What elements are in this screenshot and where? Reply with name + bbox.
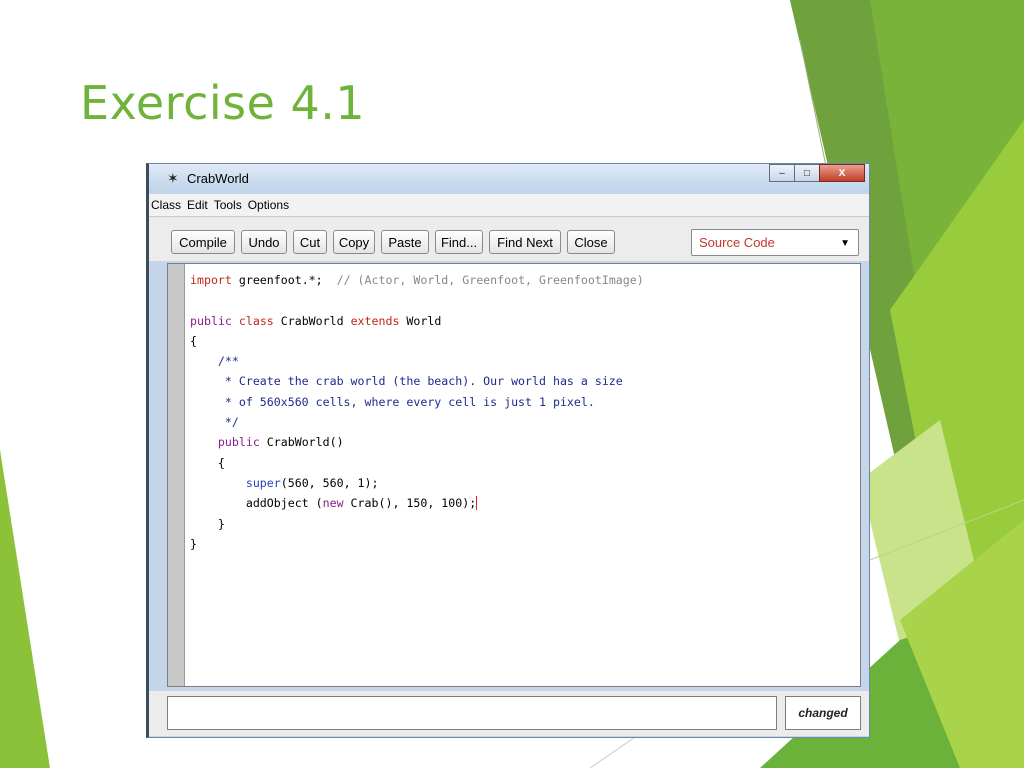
- crabworld-editor-window: ✶ CrabWorld – □ X Class Edit Tools Optio…: [146, 163, 870, 738]
- window-titlebar[interactable]: ✶ CrabWorld – □ X: [149, 164, 869, 192]
- code-line: }: [190, 534, 644, 554]
- code-token: /**: [190, 354, 239, 369]
- code-token: CrabWorld(): [259, 435, 344, 450]
- code-line: /**: [190, 351, 644, 371]
- code-token: (560, 560, 1);: [280, 475, 379, 490]
- toolbar: Compile Undo Cut Copy Paste Find... Find…: [149, 217, 869, 261]
- code-line: {: [190, 453, 644, 473]
- code-line: }: [190, 514, 644, 534]
- status-bar: changed: [149, 691, 869, 736]
- code-token: {: [190, 455, 225, 470]
- source-code[interactable]: import greenfoot.*; // (Actor, World, Gr…: [190, 270, 644, 554]
- code-token: * of 560x560 cells, where every cell is …: [190, 394, 595, 409]
- code-line: addObject (new Crab(), 150, 100);: [190, 493, 644, 513]
- view-select[interactable]: Source Code ▼: [691, 229, 859, 256]
- find-next-button[interactable]: Find Next: [489, 230, 561, 254]
- maximize-button[interactable]: □: [794, 164, 820, 182]
- close-window-button[interactable]: X: [819, 164, 865, 182]
- code-line: public class CrabWorld extends World: [190, 311, 644, 331]
- code-token: * Create the crab world (the beach). Our…: [190, 374, 623, 389]
- text-cursor: [476, 496, 478, 511]
- code-token: public: [217, 435, 260, 450]
- code-token: new: [322, 496, 344, 511]
- code-token: */: [190, 415, 239, 430]
- window-title: CrabWorld: [187, 171, 249, 186]
- find-button[interactable]: Find...: [435, 230, 483, 254]
- code-token: CrabWorld: [273, 313, 351, 328]
- cut-button[interactable]: Cut: [293, 230, 327, 254]
- code-token: World: [399, 313, 442, 328]
- menu-options[interactable]: Options: [248, 198, 289, 212]
- code-line: */: [190, 412, 644, 432]
- code-line: * of 560x560 cells, where every cell is …: [190, 392, 644, 412]
- code-token: }: [190, 536, 197, 551]
- changed-indicator: changed: [785, 696, 861, 730]
- code-line: {: [190, 331, 644, 351]
- code-token: Crab(), 150, 100);: [343, 496, 477, 511]
- code-token: {: [190, 333, 197, 348]
- undo-button[interactable]: Undo: [241, 230, 287, 254]
- copy-button[interactable]: Copy: [333, 230, 375, 254]
- code-token: addObject (: [190, 496, 323, 511]
- view-select-value: Source Code: [699, 235, 775, 250]
- code-line: super(560, 560, 1);: [190, 473, 644, 493]
- code-token: import: [190, 273, 232, 287]
- code-token: greenfoot.*;: [231, 273, 337, 287]
- code-token: }: [190, 516, 225, 531]
- paste-button[interactable]: Paste: [381, 230, 429, 254]
- close-button[interactable]: Close: [567, 230, 615, 254]
- code-line: * Create the crab world (the beach). Our…: [190, 371, 644, 391]
- greenfoot-icon: ✶: [167, 170, 179, 186]
- menu-class[interactable]: Class: [151, 198, 181, 212]
- code-token: class: [238, 313, 274, 328]
- menu-bar: Class Edit Tools Options: [149, 194, 869, 217]
- chevron-down-icon: ▼: [840, 238, 850, 249]
- code-editor[interactable]: import greenfoot.*; // (Actor, World, Gr…: [167, 263, 861, 687]
- slide-title: Exercise 4.1: [80, 76, 366, 130]
- status-message: [167, 696, 777, 730]
- editor-gutter: [168, 264, 185, 686]
- menu-edit[interactable]: Edit: [187, 198, 208, 212]
- menu-tools[interactable]: Tools: [214, 198, 242, 212]
- code-token: public: [190, 313, 232, 328]
- code-line: import greenfoot.*; // (Actor, World, Gr…: [190, 270, 644, 290]
- minimize-button[interactable]: –: [769, 164, 795, 182]
- code-token: extends: [350, 313, 400, 328]
- compile-button[interactable]: Compile: [171, 230, 235, 254]
- code-line: public CrabWorld(): [190, 432, 644, 452]
- window-controls: – □ X: [769, 164, 865, 184]
- code-token: // (Actor, World, Greenfoot, GreenfootIm…: [336, 273, 644, 287]
- code-token: super: [245, 475, 281, 490]
